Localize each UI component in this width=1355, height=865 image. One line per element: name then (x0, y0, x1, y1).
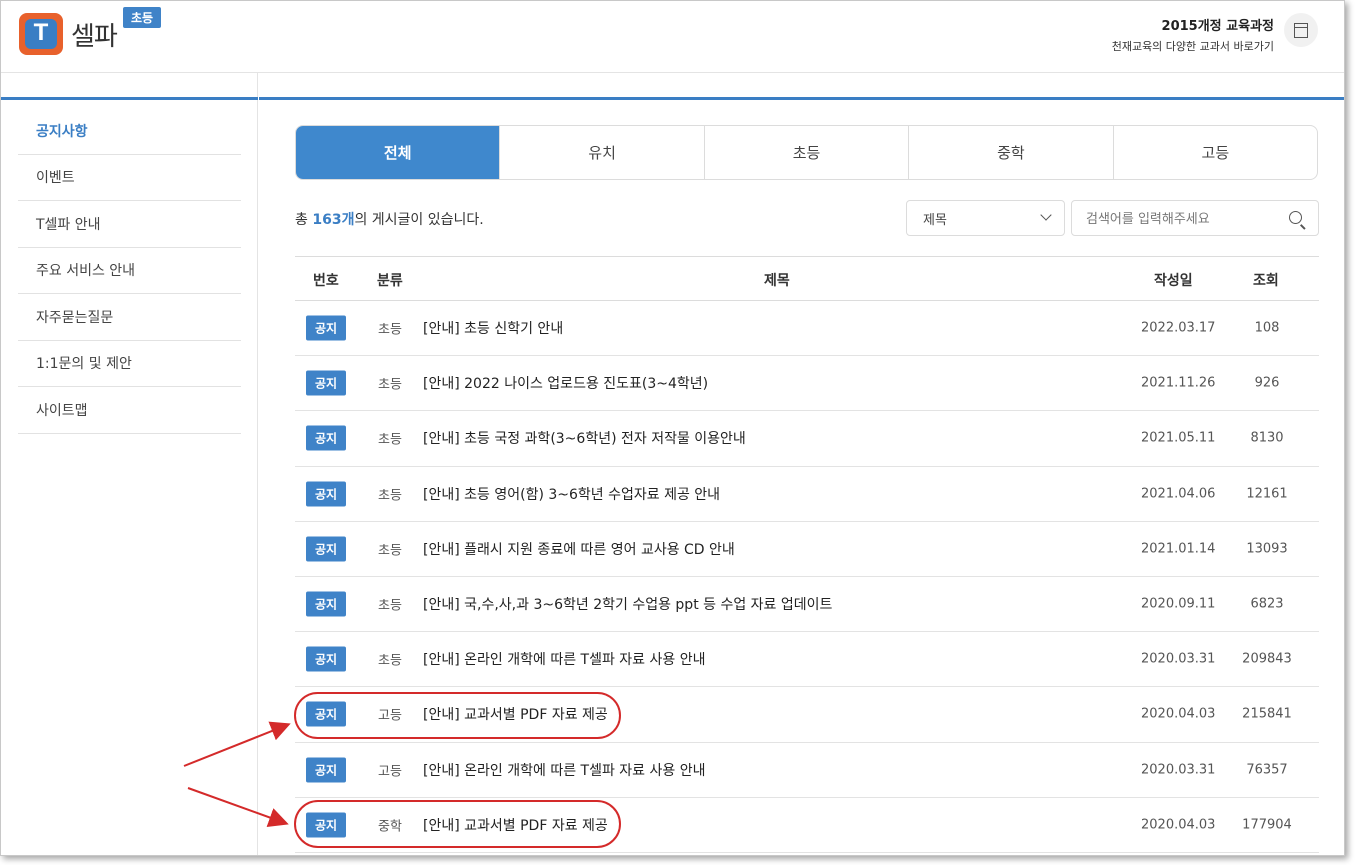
annotation-arrows (183, 721, 291, 827)
arrow-to-middle-school (187, 787, 289, 827)
browser-frame: T 셀파 초등 2015개정 교육과정 천재교육의 다양한 교과서 바로가기 공… (0, 0, 1345, 856)
arrow-to-high-school (183, 721, 291, 767)
